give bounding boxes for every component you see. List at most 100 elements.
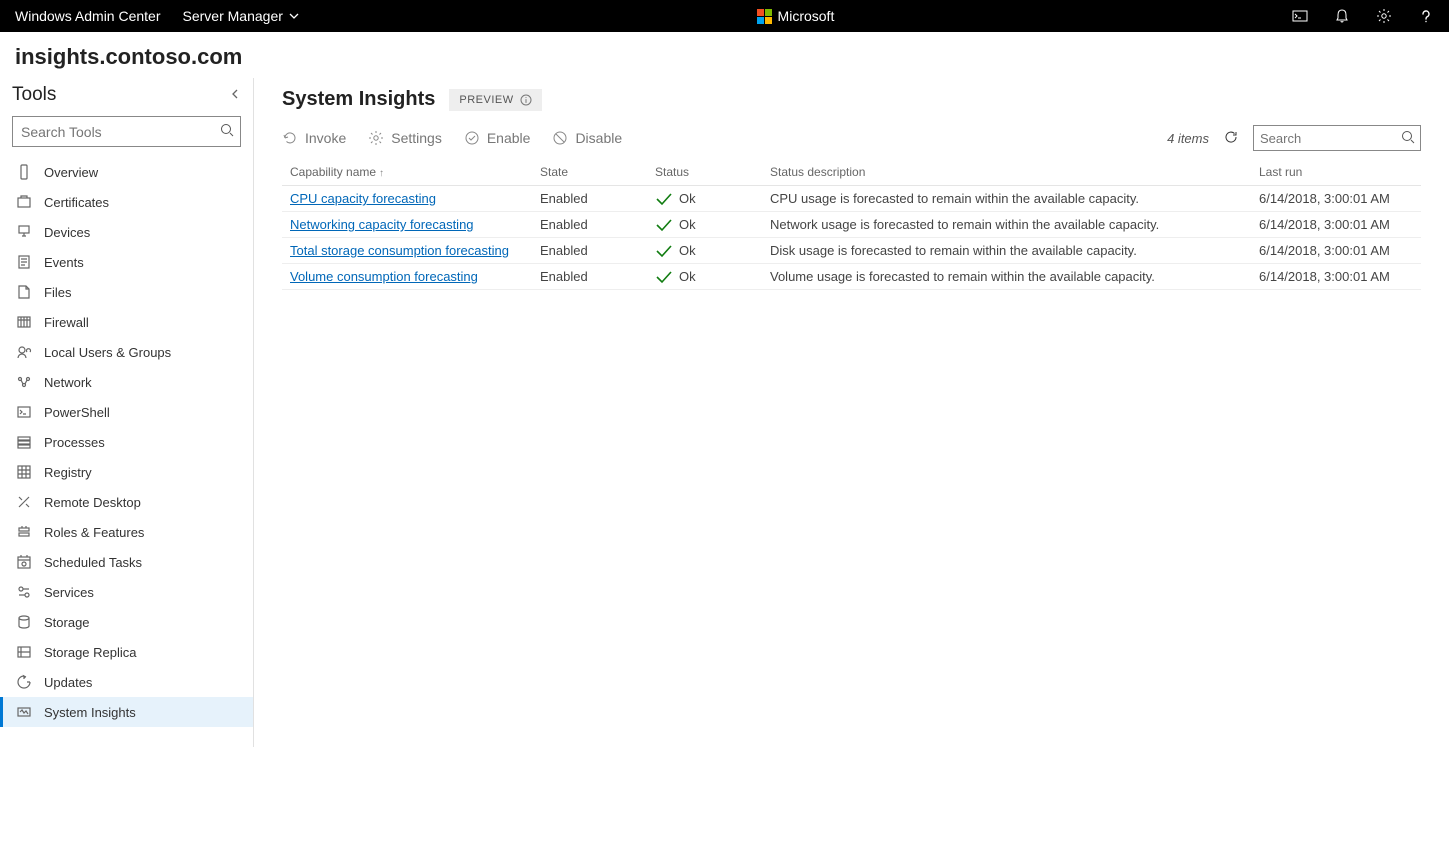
disable-label: Disable <box>575 130 622 146</box>
gear-icon <box>368 130 384 146</box>
sidebar-item-label: PowerShell <box>44 405 110 420</box>
disable-button[interactable]: Disable <box>552 130 622 146</box>
sidebar-item-events[interactable]: Events <box>0 247 253 277</box>
sidebar-item-registry[interactable]: Registry <box>0 457 253 487</box>
capability-link[interactable]: CPU capacity forecasting <box>290 191 436 206</box>
sidebar-item-label: Roles & Features <box>44 525 144 540</box>
help-icon[interactable] <box>1418 8 1434 24</box>
disable-icon <box>552 130 568 146</box>
sidebar-item-firewall[interactable]: Firewall <box>0 307 253 337</box>
capability-link[interactable]: Volume consumption forecasting <box>290 269 478 284</box>
sidebar-item-network[interactable]: Network <box>0 367 253 397</box>
search-icon <box>219 122 235 141</box>
sidebar-item-label: Registry <box>44 465 92 480</box>
nav-icon <box>16 344 32 360</box>
sidebar-item-files[interactable]: Files <box>0 277 253 307</box>
main-content: System Insights PREVIEW Invoke Settings … <box>254 78 1449 747</box>
app-title: Windows Admin Center <box>15 8 161 24</box>
enable-button[interactable]: Enable <box>464 130 531 146</box>
table-row[interactable]: Total storage consumption forecasting En… <box>282 238 1421 264</box>
nav-icon <box>16 434 32 450</box>
checkmark-icon <box>655 218 673 232</box>
last-run-cell: 6/14/2018, 3:00:01 AM <box>1251 264 1421 290</box>
console-icon[interactable] <box>1292 8 1308 24</box>
status-cell: Ok <box>655 269 754 284</box>
settings-button[interactable]: Settings <box>368 130 442 146</box>
sidebar-item-roles-features[interactable]: Roles & Features <box>0 517 253 547</box>
sidebar-item-label: Network <box>44 375 92 390</box>
settings-icon[interactable] <box>1376 8 1392 24</box>
col-status-description[interactable]: Status description <box>762 159 1251 186</box>
sidebar-item-overview[interactable]: Overview <box>0 157 253 187</box>
sidebar-item-storage[interactable]: Storage <box>0 607 253 637</box>
sidebar-item-label: Files <box>44 285 71 300</box>
table-row[interactable]: CPU capacity forecasting Enabled Ok CPU … <box>282 186 1421 212</box>
capabilities-table: Capability name↑ State Status Status des… <box>282 159 1421 290</box>
sidebar-item-label: Processes <box>44 435 105 450</box>
nav-icon <box>16 704 32 720</box>
search-icon <box>1400 129 1416 148</box>
settings-label: Settings <box>391 130 442 146</box>
sidebar-item-label: Scheduled Tasks <box>44 555 142 570</box>
preview-badge-label: PREVIEW <box>459 94 513 106</box>
table-row[interactable]: Volume consumption forecasting Enabled O… <box>282 264 1421 290</box>
sidebar-title: Tools <box>12 84 56 106</box>
table-row[interactable]: Networking capacity forecasting Enabled … <box>282 212 1421 238</box>
col-capability-name[interactable]: Capability name↑ <box>282 159 532 186</box>
invoke-button[interactable]: Invoke <box>282 130 346 146</box>
sidebar-item-remote-desktop[interactable]: Remote Desktop <box>0 487 253 517</box>
sidebar-item-processes[interactable]: Processes <box>0 427 253 457</box>
checkmark-icon <box>655 270 673 284</box>
sidebar-item-label: Events <box>44 255 84 270</box>
nav-icon <box>16 494 32 510</box>
last-run-cell: 6/14/2018, 3:00:01 AM <box>1251 186 1421 212</box>
nav-icon <box>16 194 32 210</box>
sidebar-item-system-insights[interactable]: System Insights <box>0 697 253 727</box>
status-cell: Ok <box>655 217 754 232</box>
state-cell: Enabled <box>532 264 647 290</box>
sidebar-item-label: Updates <box>44 675 92 690</box>
nav-icon <box>16 374 32 390</box>
nav-icon <box>16 404 32 420</box>
page-title: System Insights <box>282 88 435 111</box>
checkmark-icon <box>655 192 673 206</box>
sidebar-search-input[interactable] <box>12 116 241 147</box>
notifications-icon[interactable] <box>1334 8 1350 24</box>
sidebar-item-label: System Insights <box>44 705 136 720</box>
col-state[interactable]: State <box>532 159 647 186</box>
chevron-down-icon <box>289 11 299 21</box>
nav-icon <box>16 524 32 540</box>
sidebar-item-label: Services <box>44 585 94 600</box>
col-last-run[interactable]: Last run <box>1251 159 1421 186</box>
capability-link[interactable]: Total storage consumption forecasting <box>290 243 509 258</box>
sidebar-item-label: Storage Replica <box>44 645 137 660</box>
sidebar-item-label: Overview <box>44 165 98 180</box>
context-dropdown-label: Server Manager <box>183 8 283 24</box>
brand-label: Microsoft <box>778 8 835 24</box>
nav-icon <box>16 554 32 570</box>
context-dropdown[interactable]: Server Manager <box>183 8 299 24</box>
status-description-cell: Network usage is forecasted to remain wi… <box>762 212 1251 238</box>
refresh-icon <box>1223 129 1239 145</box>
sidebar-item-scheduled-tasks[interactable]: Scheduled Tasks <box>0 547 253 577</box>
status-cell: Ok <box>655 191 754 206</box>
sidebar-search[interactable] <box>12 116 241 147</box>
sidebar-item-label: Local Users & Groups <box>44 345 171 360</box>
check-circle-icon <box>464 130 480 146</box>
refresh-button[interactable] <box>1223 129 1239 148</box>
capability-link[interactable]: Networking capacity forecasting <box>290 217 474 232</box>
info-icon <box>520 94 532 106</box>
sidebar-item-services[interactable]: Services <box>0 577 253 607</box>
sidebar-item-updates[interactable]: Updates <box>0 667 253 697</box>
sidebar-item-certificates[interactable]: Certificates <box>0 187 253 217</box>
sidebar-item-storage-replica[interactable]: Storage Replica <box>0 637 253 667</box>
table-search[interactable] <box>1253 125 1421 151</box>
sidebar-item-powershell[interactable]: PowerShell <box>0 397 253 427</box>
col-status[interactable]: Status <box>647 159 762 186</box>
sidebar-collapse-button[interactable] <box>229 88 241 103</box>
nav-icon <box>16 644 32 660</box>
sidebar-item-devices[interactable]: Devices <box>0 217 253 247</box>
sidebar-item-local-users-groups[interactable]: Local Users & Groups <box>0 337 253 367</box>
table-search-input[interactable] <box>1253 125 1421 151</box>
last-run-cell: 6/14/2018, 3:00:01 AM <box>1251 212 1421 238</box>
